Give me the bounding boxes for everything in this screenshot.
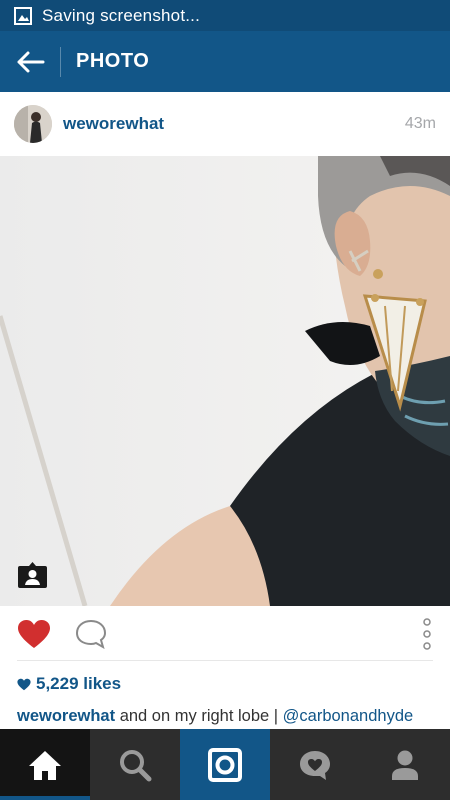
heart-icon [18, 619, 50, 648]
arrow-left-icon [17, 51, 45, 72]
status-text: Saving screenshot... [42, 5, 201, 25]
nav-home[interactable] [0, 729, 90, 800]
comment-button[interactable] [75, 619, 107, 649]
more-options-button[interactable] [421, 618, 433, 650]
post-username[interactable]: weworewhat [63, 114, 405, 134]
post-header: weworewhat 43m [0, 92, 450, 156]
caption-mention[interactable]: @carbonandhyde [283, 707, 414, 725]
avatar[interactable] [14, 105, 52, 143]
back-button[interactable] [0, 31, 60, 92]
bottom-nav [0, 729, 450, 800]
nav-search[interactable] [90, 729, 180, 800]
like-button[interactable] [17, 619, 51, 649]
home-icon [29, 750, 61, 780]
post-photo[interactable] [0, 156, 450, 606]
nav-activity[interactable] [270, 729, 360, 800]
likes-count[interactable]: 5,229 likes [17, 673, 121, 695]
actions-divider [17, 660, 433, 661]
post-timestamp: 43m [404, 115, 436, 132]
vertical-dots-icon [423, 618, 431, 650]
caption-username[interactable]: weworewhat [17, 707, 115, 725]
caption-text: and on my right lobe | [115, 707, 283, 725]
image-icon [14, 6, 32, 25]
page-title: PHOTO [76, 50, 150, 72]
likes-text: 5,229 likes [36, 674, 122, 693]
search-icon [120, 749, 152, 781]
small-heart-icon [17, 678, 31, 691]
profile-icon [392, 750, 418, 780]
camera-icon [208, 747, 242, 782]
app-bar-divider [60, 46, 61, 77]
post-actions [0, 606, 450, 661]
app-bar: PHOTO [0, 31, 450, 92]
comment-bubble-icon [75, 619, 107, 649]
nav-profile[interactable] [360, 729, 450, 800]
tagged-people-icon[interactable] [17, 558, 48, 589]
status-bar: Saving screenshot... [0, 0, 450, 31]
nav-camera[interactable] [180, 729, 270, 800]
post-caption: weworewhat and on my right lobe | @carbo… [17, 707, 437, 726]
activity-heart-icon [300, 750, 330, 780]
